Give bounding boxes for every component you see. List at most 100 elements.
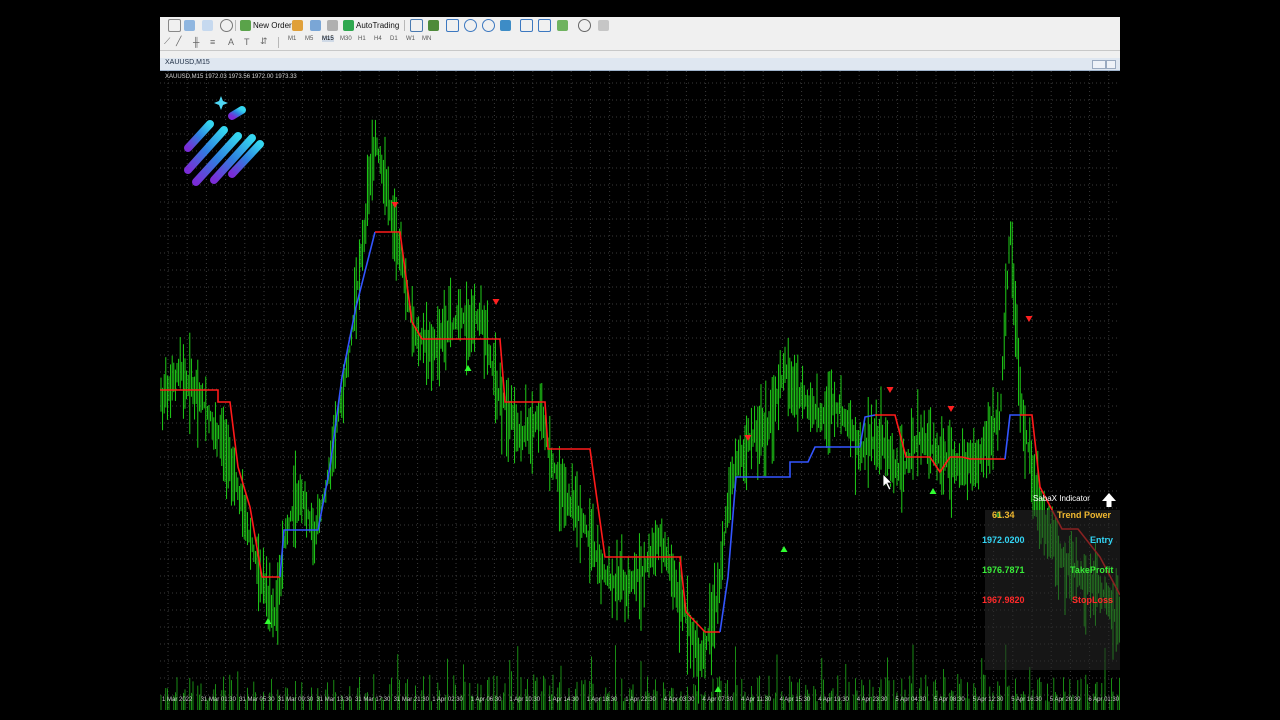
trend-line-up	[1004, 414, 1020, 460]
time-axis-label: 6 Apr 01:30	[1088, 697, 1120, 703]
new-order-icon	[240, 20, 251, 31]
trend-power-value: 61.34	[992, 510, 1015, 520]
time-axis-label: 4 Apr 15:30	[779, 697, 811, 703]
sell-arrow-icon	[744, 435, 752, 441]
time-axis-label: 5 Apr 20:30	[1049, 697, 1081, 703]
trend-power-label: Trend Power	[1057, 510, 1112, 520]
time-axis-label: 1 Apr 22:30	[625, 697, 656, 703]
chart-window-titlebar[interactable]: XAUUSD,M15	[160, 58, 1120, 71]
stoploss-label: StopLoss	[1072, 595, 1114, 605]
market-watch-icon[interactable]	[292, 19, 305, 32]
time-axis-label: 31 Mar 17:30	[355, 697, 391, 703]
price-chart[interactable]	[160, 71, 1120, 710]
timeframe-h4[interactable]: H4	[374, 36, 382, 42]
chart-header: XAUUSD,M15 1972.03 1973.56 1972.00 1973.…	[165, 74, 297, 80]
timeframe-m5[interactable]: M5	[305, 36, 313, 42]
chart-grid	[160, 71, 1120, 710]
bar-chart-icon[interactable]	[410, 19, 425, 32]
buy-arrow-icon	[780, 546, 788, 552]
time-axis-label: 31 Mar 01:30	[200, 697, 236, 703]
new-order-label: New Order	[253, 21, 292, 30]
time-axis-label: 5 Apr 04:30	[895, 697, 927, 703]
time-axis-label: 31 Mar 09:30	[277, 697, 314, 703]
restore-icon[interactable]	[1092, 60, 1106, 69]
timeframe-w1[interactable]: W1	[406, 36, 415, 42]
arrows-tool-icon[interactable]: ⇵	[260, 35, 268, 48]
crosshair-icon[interactable]	[168, 19, 183, 32]
zoom-icon[interactable]	[220, 19, 235, 32]
line-tool-icon[interactable]: ╱	[176, 35, 181, 48]
tile-windows-icon[interactable]	[500, 19, 513, 32]
auto-scroll-icon[interactable]	[520, 19, 535, 32]
indicator-title: SabaX Indicator	[1033, 494, 1090, 503]
time-axis-label: 31 Mar 13:30	[316, 697, 352, 703]
sell-arrow-icon	[947, 406, 955, 412]
buy-arrow-icon	[264, 618, 272, 624]
price-bars	[160, 119, 1120, 704]
indicators-icon[interactable]	[557, 19, 570, 32]
data-window-icon[interactable]	[310, 19, 323, 32]
time-axis-label: 31 Mar 21:30	[393, 697, 429, 703]
entry-label: Entry	[1090, 535, 1114, 545]
zoom-in-icon[interactable]	[464, 19, 479, 32]
chart-shift-icon[interactable]	[538, 19, 553, 32]
trend-lines	[160, 231, 1120, 633]
time-axis-label: 1 Apr 06:30	[470, 697, 502, 703]
text-tool-icon[interactable]: A	[228, 35, 234, 48]
sell-arrow-icon	[886, 387, 894, 393]
takeprofit-label: TakeProfit	[1070, 565, 1114, 575]
entry-value: 1972.0200	[982, 535, 1025, 545]
close-icon[interactable]	[1106, 60, 1116, 69]
timeframe-mn[interactable]: MN	[422, 36, 431, 42]
mouse-cursor-icon	[882, 473, 893, 491]
buy-arrow-icon	[464, 365, 472, 371]
periods-icon[interactable]	[578, 19, 593, 32]
navigator-icon[interactable]	[327, 19, 340, 32]
vertical-line-icon[interactable]: ╫	[193, 35, 199, 48]
terminal-window: New Order AutoTrading ⟋ ╱ ╫ ≡ A T ⇵ M1 M…	[160, 17, 1120, 710]
zoom-out-icon[interactable]	[482, 19, 497, 32]
drawing-toolbar: ⟋ ╱ ╫ ≡ A T ⇵ M1 M5 M15 M30 H1 H4 D1 W1 …	[160, 34, 1120, 51]
arrow-up-icon	[1102, 493, 1116, 507]
takeprofit-value: 1976.7871	[982, 565, 1025, 575]
new-order-button[interactable]: New Order	[240, 19, 292, 32]
buy-arrow-icon	[929, 488, 937, 494]
chart-window-title: XAUUSD,M15	[165, 59, 210, 66]
line-chart-icon[interactable]	[446, 19, 461, 32]
label-tool-icon[interactable]: T	[244, 35, 250, 48]
time-axis-label: 4 Apr 23:30	[856, 697, 888, 703]
timeframe-m30[interactable]: M30	[340, 36, 352, 42]
time-axis-label: 5 Apr 08:30	[934, 697, 965, 703]
time-axis-label: 1 Apr 18:30	[586, 697, 618, 703]
time-axis-label: 4 Apr 03:30	[663, 697, 695, 703]
autotrading-icon	[343, 20, 354, 31]
sell-arrow-icon	[1025, 316, 1033, 322]
time-axis-label: 1 Apr 14:30	[548, 697, 579, 703]
time-axis-label: 5 Apr 16:30	[1011, 697, 1042, 703]
timeframe-d1[interactable]: D1	[390, 36, 398, 42]
time-axis-label: 4 Apr 19:30	[818, 697, 849, 703]
buy-arrow-icon	[714, 686, 722, 692]
sell-arrow-icon	[391, 202, 399, 208]
brand-logo	[184, 96, 264, 186]
time-axis-label: 4 Apr 07:30	[702, 697, 734, 703]
timeframe-m15[interactable]: M15	[322, 36, 334, 42]
profiles-icon[interactable]	[202, 19, 215, 32]
candlestick-icon[interactable]	[428, 19, 441, 32]
horizontal-line-icon[interactable]: ≡	[210, 35, 215, 48]
time-axis-label: 1 Mar 2022	[162, 697, 193, 703]
indicator-panel	[985, 510, 1120, 670]
sell-arrow-icon	[492, 299, 500, 305]
time-axis-label: 1 Apr 02:30	[432, 697, 463, 703]
new-chart-icon[interactable]	[184, 19, 197, 32]
time-axis-label: 1 Apr 10:30	[509, 697, 541, 703]
cursor-tool-icon[interactable]: ⟋	[164, 35, 170, 48]
autotrading-button[interactable]: AutoTrading	[343, 19, 399, 32]
stoploss-value: 1967.9820	[982, 595, 1025, 605]
timeframe-h1[interactable]: H1	[358, 36, 366, 42]
time-axis-label: 5 Apr 12:30	[972, 697, 1004, 703]
time-axis-label: 31 Mar 05:30	[239, 697, 275, 703]
templates-icon[interactable]	[598, 19, 611, 32]
toolbar-spacer	[160, 51, 1120, 58]
timeframe-m1[interactable]: M1	[288, 36, 296, 42]
